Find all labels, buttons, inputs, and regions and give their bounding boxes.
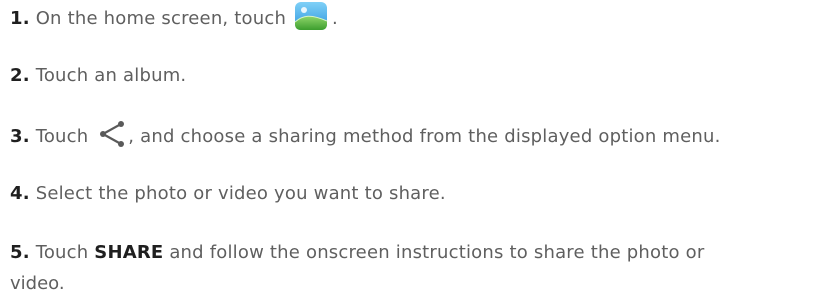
step-2: 2. Touch an album. bbox=[10, 64, 186, 88]
step-number: 5. bbox=[10, 242, 30, 263]
step-5-continuation: video. bbox=[10, 272, 65, 296]
step-5: 5. Touch SHARE and follow the onscreen i… bbox=[10, 241, 704, 265]
share-icon bbox=[98, 120, 126, 148]
step-number: 3. bbox=[10, 126, 30, 147]
step-text: Touch an album. bbox=[35, 65, 187, 86]
step-text-end: . bbox=[331, 8, 338, 29]
step-text-end: , and choose a sharing method from the d… bbox=[128, 126, 721, 147]
step-number: 2. bbox=[10, 65, 30, 86]
gallery-icon bbox=[294, 1, 328, 31]
share-keyword: SHARE bbox=[94, 242, 164, 263]
step-number: 4. bbox=[10, 183, 30, 204]
step-text-continuation: video. bbox=[10, 273, 65, 294]
step-text: Touch bbox=[35, 126, 89, 147]
step-text-end: and follow the onscreen instructions to … bbox=[169, 242, 705, 263]
step-number: 1. bbox=[10, 8, 30, 29]
step-text: On the home screen, touch bbox=[35, 8, 287, 29]
step-3: 3. Touch , and choose a sharing method f… bbox=[10, 120, 721, 151]
step-4: 4. Select the photo or video you want to… bbox=[10, 182, 446, 206]
step-1: 1. On the home screen, touch . bbox=[10, 1, 338, 34]
step-text: Touch bbox=[35, 242, 89, 263]
step-text: Select the photo or video you want to sh… bbox=[35, 183, 446, 204]
